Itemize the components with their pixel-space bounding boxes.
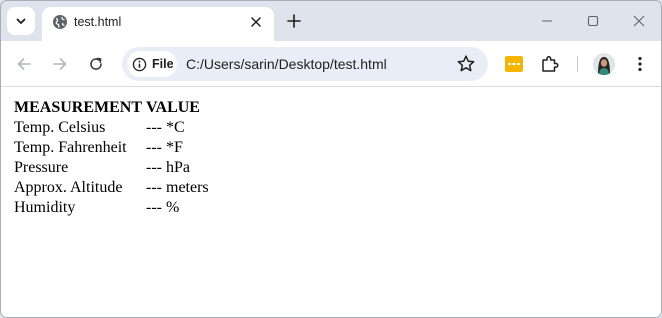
back-button[interactable] [10, 50, 38, 78]
minimize-button[interactable] [533, 7, 561, 35]
kebab-menu-icon [638, 56, 642, 72]
new-tab-button[interactable] [283, 10, 305, 32]
table-row: Temp. Celsius --- *C [13, 119, 210, 137]
table-row: Approx. Altitude --- meters [13, 179, 210, 197]
table-row: Pressure --- hPa [13, 159, 210, 177]
info-icon [132, 57, 147, 71]
close-window-button[interactable] [625, 7, 653, 35]
close-icon [251, 17, 261, 27]
table-row: Temp. Fahrenheit --- *F [13, 139, 210, 157]
measurement-label: Temp. Celsius [14, 119, 106, 136]
tab-strip: test.html [1, 1, 661, 41]
maximize-button[interactable] [579, 7, 607, 35]
tab-active[interactable]: test.html [42, 7, 274, 41]
site-info-label: File [152, 57, 174, 71]
measurement-value: --- hPa [146, 159, 190, 176]
column-header-value: VALUE [146, 99, 200, 116]
measurement-value: --- meters [146, 179, 209, 196]
plus-icon [287, 14, 301, 28]
minimize-icon [542, 20, 552, 22]
measurement-label: Temp. Fahrenheit [14, 139, 127, 156]
puzzle-icon[interactable] [540, 54, 560, 74]
measurement-label: Pressure [14, 159, 69, 176]
measurement-value: --- % [146, 199, 180, 216]
avatar[interactable] [593, 53, 615, 75]
toolbar-divider [577, 56, 578, 72]
maximize-icon [587, 15, 599, 27]
profile-picture [593, 53, 615, 75]
measurement-label: Approx. Altitude [14, 179, 123, 196]
forward-button[interactable] [46, 50, 74, 78]
yellow-extension-icon[interactable] [504, 54, 524, 74]
address-bar[interactable]: File C:/Users/sarin/Desktop/test.html [122, 47, 488, 81]
chevron-down-icon [16, 18, 26, 24]
url-text[interactable]: C:/Users/sarin/Desktop/test.html [186, 56, 387, 72]
tab-close-button[interactable] [246, 12, 266, 32]
table-header-row: MEASUREMENT VALUE [13, 99, 210, 117]
reload-button[interactable] [82, 50, 110, 78]
back-arrow-icon [17, 58, 31, 70]
table-row: Humidity --- % [13, 199, 210, 217]
measurement-value: --- *F [146, 139, 183, 156]
column-header-measurement: MEASUREMENT [14, 99, 143, 116]
page-content: MEASUREMENT VALUE Temp. Celsius --- *C T… [1, 88, 661, 317]
reload-icon [90, 57, 102, 70]
tab-title: test.html [74, 15, 122, 29]
close-window-icon [633, 15, 645, 27]
tab-search-button[interactable] [7, 7, 35, 35]
toolbar: File C:/Users/sarin/Desktop/test.html [1, 41, 661, 87]
measurement-table: MEASUREMENT VALUE Temp. Celsius --- *C T… [11, 97, 212, 219]
measurement-label: Humidity [14, 199, 76, 216]
measurement-value: --- *C [146, 119, 185, 136]
star-icon[interactable] [456, 54, 476, 74]
globe-icon [53, 15, 67, 29]
menu-button[interactable] [629, 53, 651, 75]
forward-arrow-icon [53, 58, 67, 70]
site-info-chip[interactable]: File [127, 51, 177, 77]
browser-window: test.html File C:/Users/sarin/Desktop/te… [0, 0, 662, 318]
